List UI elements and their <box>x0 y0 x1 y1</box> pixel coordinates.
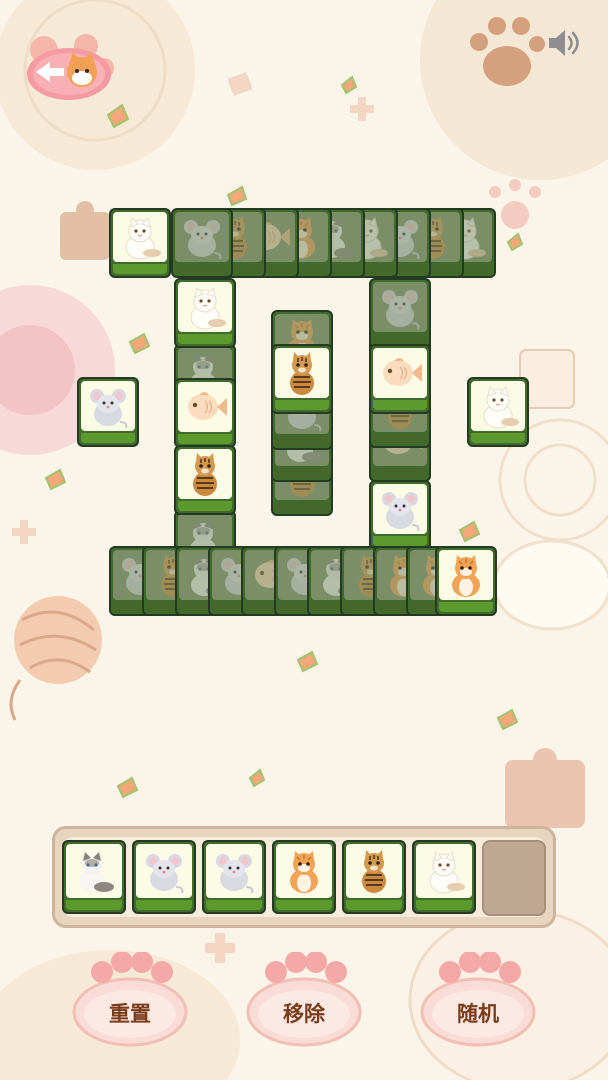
shuffle-button-label: 随机 <box>457 1002 499 1026</box>
tray-slot-1-ragdoll-cat <box>62 840 126 914</box>
paw-print-icon <box>465 12 545 92</box>
back-button[interactable] <box>24 28 114 104</box>
reset-button[interactable]: 重置 <box>70 951 190 1048</box>
tray-slot-3-mouse <box>202 840 266 914</box>
reset-button-label: 重置 <box>109 1002 151 1026</box>
cloud-decor <box>492 539 608 631</box>
tile-tabby-cat[interactable] <box>174 445 236 515</box>
tray-slot-5-tabby-cat <box>342 840 406 914</box>
tile-fish[interactable] <box>369 344 431 414</box>
tile-mouse[interactable] <box>77 377 139 447</box>
shuffle-button[interactable]: 随机 <box>418 951 538 1048</box>
tile-mouse[interactable] <box>369 480 431 550</box>
tray-slot-7-empty <box>482 840 546 916</box>
sound-button[interactable] <box>546 26 582 60</box>
speaker-icon <box>549 30 579 56</box>
tray-slot-6-persian-cat <box>412 840 476 914</box>
tile-persian-cat[interactable] <box>174 278 236 348</box>
paw-decor <box>489 179 541 229</box>
remove-button-label: 移除 <box>283 1002 325 1026</box>
tile-persian-cat[interactable] <box>109 208 171 278</box>
tile-mouse <box>369 278 431 348</box>
back-arrow-cat-icon <box>27 34 114 100</box>
yarn-ball-decor <box>9 596 102 721</box>
tile-orange-cat[interactable] <box>435 546 497 616</box>
tray-slot-4-orange-cat <box>272 840 336 914</box>
tray-slot-2-mouse <box>132 840 196 914</box>
tile-persian-cat[interactable] <box>467 377 529 447</box>
tile-tabby-cat[interactable] <box>271 344 333 414</box>
remove-button[interactable]: 移除 <box>244 951 364 1048</box>
tile-fish[interactable] <box>174 378 236 448</box>
tile-mouse <box>171 208 233 278</box>
